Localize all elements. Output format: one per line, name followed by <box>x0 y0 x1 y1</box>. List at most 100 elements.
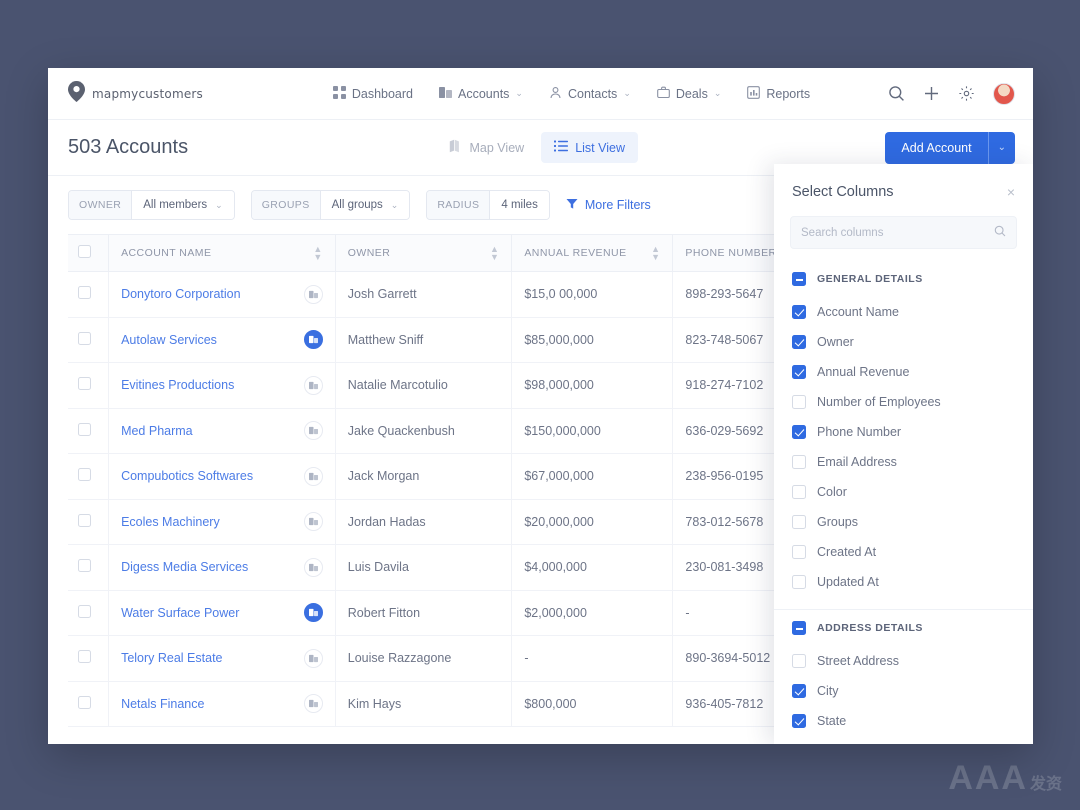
account-name-link[interactable]: Water Surface Power <box>121 606 239 620</box>
app-logo[interactable]: mapmycustomers <box>68 81 318 107</box>
cell-owner: Josh Garrett <box>335 272 512 318</box>
column-option-checkbox[interactable] <box>792 575 806 589</box>
column-header-label: OWNER <box>348 247 391 259</box>
column-option-checkbox[interactable] <box>792 395 806 409</box>
sort-icon[interactable]: ▲▼ <box>651 245 660 261</box>
groups-filter-value[interactable]: All groups ⌄ <box>320 191 410 219</box>
column-option-label: Owner <box>817 335 854 349</box>
column-option-item[interactable]: Created At <box>774 537 1033 567</box>
nav-link-label: Contacts <box>568 87 617 101</box>
map-view-label: Map View <box>470 141 525 155</box>
nav-link-contacts[interactable]: Contacts ⌄ <box>549 86 631 102</box>
account-name-link[interactable]: Compubotics Softwares <box>121 469 253 483</box>
row-checkbox[interactable] <box>78 377 91 390</box>
account-name-link[interactable]: Netals Finance <box>121 697 204 711</box>
column-search-input[interactable]: Search columns <box>790 216 1017 249</box>
chart-icon <box>747 86 760 102</box>
column-group-checkbox[interactable] <box>792 621 806 635</box>
row-checkbox[interactable] <box>78 514 91 527</box>
row-checkbox[interactable] <box>78 468 91 481</box>
groups-filter-label: GROUPS <box>252 191 320 219</box>
column-group-header[interactable]: ADDRESS DETAILS <box>774 610 1033 646</box>
column-option-label: Street Address <box>817 654 899 668</box>
company-badge-icon <box>304 421 323 440</box>
cell-annual-revenue: $15,0 00,000 <box>512 272 673 318</box>
account-name-link[interactable]: Evitines Productions <box>121 378 234 392</box>
gear-icon[interactable] <box>958 85 975 102</box>
account-name-link[interactable]: Telory Real Estate <box>121 651 222 665</box>
column-option-checkbox[interactable] <box>792 335 806 349</box>
row-checkbox[interactable] <box>78 559 91 572</box>
row-checkbox[interactable] <box>78 332 91 345</box>
account-name-link[interactable]: Med Pharma <box>121 424 193 438</box>
row-checkbox[interactable] <box>78 605 91 618</box>
row-checkbox[interactable] <box>78 696 91 709</box>
column-option-checkbox[interactable] <box>792 545 806 559</box>
sort-icon[interactable]: ▲▼ <box>313 245 322 261</box>
column-option-item[interactable]: City <box>774 676 1033 706</box>
column-header-label: ANNUAL REVENUE <box>524 247 626 259</box>
nav-link-deals[interactable]: Deals ⌄ <box>657 86 722 102</box>
owner-filter-value[interactable]: All members ⌄ <box>131 191 233 219</box>
map-view-button[interactable]: Map View <box>436 132 538 163</box>
column-option-item[interactable]: Email Address <box>774 447 1033 477</box>
column-option-checkbox[interactable] <box>792 684 806 698</box>
account-name-link[interactable]: Autolaw Services <box>121 333 217 347</box>
column-option-item[interactable]: Annual Revenue <box>774 357 1033 387</box>
list-view-button[interactable]: List View <box>541 132 638 163</box>
column-option-checkbox[interactable] <box>792 485 806 499</box>
groups-filter-value-text: All groups <box>332 199 383 211</box>
select-columns-header: Select Columns × <box>774 164 1033 206</box>
add-account-button[interactable]: Add Account <box>885 132 987 164</box>
column-group-header[interactable]: GENERAL DETAILS <box>774 261 1033 297</box>
column-option-item[interactable]: Number of Employees <box>774 387 1033 417</box>
column-option-item[interactable]: Street Address <box>774 646 1033 676</box>
more-filters-button[interactable]: More Filters <box>566 198 651 213</box>
owner-filter[interactable]: OWNER All members ⌄ <box>68 190 235 220</box>
nav-action-icons <box>825 83 1015 105</box>
column-header-account-name[interactable]: ACCOUNT NAME ▲▼ <box>109 235 336 272</box>
column-option-item[interactable]: Groups <box>774 507 1033 537</box>
column-option-item[interactable]: Color <box>774 477 1033 507</box>
row-checkbox[interactable] <box>78 650 91 663</box>
column-option-checkbox[interactable] <box>792 455 806 469</box>
column-option-item[interactable]: State <box>774 706 1033 736</box>
column-option-item[interactable]: Account Name <box>774 297 1033 327</box>
column-option-checkbox[interactable] <box>792 515 806 529</box>
column-option-checkbox[interactable] <box>792 365 806 379</box>
column-option-checkbox[interactable] <box>792 654 806 668</box>
row-checkbox[interactable] <box>78 423 91 436</box>
row-checkbox[interactable] <box>78 286 91 299</box>
column-option-item[interactable]: Updated At <box>774 567 1033 597</box>
nav-link-reports[interactable]: Reports <box>747 86 810 102</box>
account-name-link[interactable]: Ecoles Machinery <box>121 515 220 529</box>
column-header-owner[interactable]: OWNER ▲▼ <box>335 235 512 272</box>
column-option-checkbox[interactable] <box>792 714 806 728</box>
company-badge-icon <box>304 512 323 531</box>
avatar[interactable] <box>993 83 1015 105</box>
row-select-cell <box>68 317 109 363</box>
column-option-checkbox[interactable] <box>792 305 806 319</box>
column-option-item[interactable]: Phone Number <box>774 417 1033 447</box>
account-name-link[interactable]: Donytoro Corporation <box>121 287 241 301</box>
select-all-checkbox[interactable] <box>78 245 91 258</box>
groups-filter[interactable]: GROUPS All groups ⌄ <box>251 190 411 220</box>
column-group-checkbox[interactable] <box>792 272 806 286</box>
nav-link-dashboard[interactable]: Dashboard <box>333 86 413 102</box>
select-all-header <box>68 235 109 272</box>
sort-icon[interactable]: ▲▼ <box>490 245 499 261</box>
column-option-item[interactable]: Owner <box>774 327 1033 357</box>
account-name-link[interactable]: Digess Media Services <box>121 560 248 574</box>
column-header-label: ACCOUNT NAME <box>121 247 211 259</box>
column-header-annual-revenue[interactable]: ANNUAL REVENUE ▲▼ <box>512 235 673 272</box>
search-icon[interactable] <box>888 85 905 102</box>
radius-filter[interactable]: RADIUS 4 miles <box>426 190 550 220</box>
nav-link-accounts[interactable]: Accounts ⌄ <box>439 86 523 102</box>
plus-icon[interactable] <box>923 85 940 102</box>
cell-account-name: Med Pharma <box>109 408 336 454</box>
add-account-dropdown-toggle[interactable]: ⌄ <box>988 132 1015 164</box>
close-icon[interactable]: × <box>1007 185 1015 199</box>
cell-owner: Jack Morgan <box>335 454 512 500</box>
radius-filter-value[interactable]: 4 miles <box>489 191 548 219</box>
column-option-checkbox[interactable] <box>792 425 806 439</box>
